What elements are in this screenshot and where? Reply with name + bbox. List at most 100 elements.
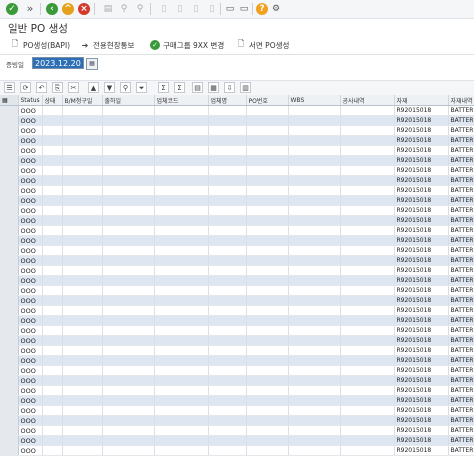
cut-icon[interactable]: ✂ bbox=[68, 82, 79, 93]
evidence-date-input[interactable]: 2023.12.20 bbox=[32, 57, 84, 69]
table-cell[interactable] bbox=[208, 155, 247, 166]
table-cell[interactable] bbox=[42, 235, 63, 246]
row-selector[interactable] bbox=[0, 205, 19, 216]
table-cell[interactable] bbox=[246, 135, 289, 146]
select-all-header[interactable]: ▦ bbox=[0, 95, 19, 106]
table-cell[interactable] bbox=[102, 365, 155, 376]
status-cell[interactable]: OOO bbox=[18, 235, 43, 246]
table-cell[interactable]: BATTER bbox=[448, 305, 474, 316]
status-cell[interactable]: OOO bbox=[18, 205, 43, 216]
table-cell[interactable]: R92015018 bbox=[394, 205, 449, 216]
table-cell[interactable] bbox=[102, 435, 155, 446]
table-cell[interactable] bbox=[102, 295, 155, 306]
table-cell[interactable] bbox=[208, 385, 247, 396]
table-cell[interactable] bbox=[102, 315, 155, 326]
column-header[interactable]: 자재 bbox=[394, 95, 449, 106]
table-cell[interactable] bbox=[62, 125, 103, 136]
table-cell[interactable]: R92015018 bbox=[394, 325, 449, 336]
table-cell[interactable]: R92015018 bbox=[394, 255, 449, 266]
table-row[interactable]: OOO R92015018 BATTER bbox=[0, 115, 474, 126]
status-cell[interactable]: OOO bbox=[18, 435, 43, 446]
status-cell[interactable]: OOO bbox=[18, 165, 43, 176]
table-cell[interactable]: BATTER bbox=[448, 365, 474, 376]
table-cell[interactable] bbox=[246, 235, 289, 246]
table-cell[interactable] bbox=[42, 115, 63, 126]
table-cell[interactable] bbox=[154, 245, 209, 256]
status-cell[interactable]: OOO bbox=[18, 285, 43, 296]
table-row[interactable]: OOO R92015018 BATTER bbox=[0, 315, 474, 326]
table-cell[interactable] bbox=[246, 215, 289, 226]
table-cell[interactable] bbox=[246, 315, 289, 326]
table-cell[interactable] bbox=[42, 205, 63, 216]
row-selector[interactable] bbox=[0, 215, 19, 226]
table-cell[interactable] bbox=[208, 315, 247, 326]
row-selector[interactable] bbox=[0, 405, 19, 416]
table-cell[interactable]: R92015018 bbox=[394, 385, 449, 396]
table-cell[interactable] bbox=[62, 115, 103, 126]
table-cell[interactable] bbox=[154, 435, 209, 446]
table-cell[interactable] bbox=[42, 285, 63, 296]
row-selector[interactable] bbox=[0, 175, 19, 186]
table-cell[interactable] bbox=[288, 255, 341, 266]
status-cell[interactable]: OOO bbox=[18, 395, 43, 406]
table-cell[interactable] bbox=[208, 125, 247, 136]
table-cell[interactable]: BATTER bbox=[448, 335, 474, 346]
table-cell[interactable] bbox=[154, 265, 209, 276]
find-icon[interactable]: ⚲ bbox=[120, 82, 131, 93]
row-selector[interactable] bbox=[0, 225, 19, 236]
table-cell[interactable] bbox=[102, 105, 155, 116]
table-cell[interactable] bbox=[246, 265, 289, 276]
table-cell[interactable]: BATTER bbox=[448, 175, 474, 186]
table-cell[interactable] bbox=[102, 185, 155, 196]
table-cell[interactable] bbox=[288, 415, 341, 426]
table-cell[interactable]: R92015018 bbox=[394, 175, 449, 186]
table-row[interactable]: OOO R92015018 BATTER bbox=[0, 335, 474, 346]
table-cell[interactable] bbox=[208, 145, 247, 156]
row-selector[interactable] bbox=[0, 325, 19, 336]
table-row[interactable]: OOO R92015018 BATTER bbox=[0, 375, 474, 386]
refresh-icon[interactable]: ⟳ bbox=[20, 82, 31, 93]
table-cell[interactable] bbox=[102, 305, 155, 316]
table-cell[interactable] bbox=[208, 275, 247, 286]
cancel-icon[interactable]: × bbox=[78, 3, 90, 15]
table-cell[interactable] bbox=[340, 135, 395, 146]
exit-icon[interactable]: ^ bbox=[62, 3, 74, 15]
table-cell[interactable] bbox=[246, 165, 289, 176]
table-cell[interactable]: R92015018 bbox=[394, 125, 449, 136]
table-cell[interactable]: BATTER bbox=[448, 395, 474, 406]
table-cell[interactable] bbox=[42, 175, 63, 186]
table-cell[interactable] bbox=[62, 325, 103, 336]
table-row[interactable]: OOO R92015018 BATTER bbox=[0, 285, 474, 296]
table-cell[interactable] bbox=[208, 265, 247, 276]
row-selector[interactable] bbox=[0, 245, 19, 256]
table-cell[interactable] bbox=[340, 245, 395, 256]
table-cell[interactable] bbox=[208, 325, 247, 336]
table-cell[interactable] bbox=[154, 235, 209, 246]
table-row[interactable]: OOO R92015018 BATTER bbox=[0, 265, 474, 276]
table-cell[interactable] bbox=[208, 405, 247, 416]
status-cell[interactable]: OOO bbox=[18, 405, 43, 416]
status-cell[interactable]: OOO bbox=[18, 245, 43, 256]
status-cell[interactable]: OOO bbox=[18, 265, 43, 276]
table-cell[interactable]: R92015018 bbox=[394, 425, 449, 436]
undo-icon[interactable]: ↶ bbox=[36, 82, 47, 93]
table-cell[interactable] bbox=[288, 225, 341, 236]
row-selector[interactable] bbox=[0, 105, 19, 116]
table-cell[interactable] bbox=[42, 275, 63, 286]
table-cell[interactable] bbox=[102, 225, 155, 236]
table-cell[interactable]: BATTER bbox=[448, 135, 474, 146]
table-cell[interactable] bbox=[208, 205, 247, 216]
table-cell[interactable]: R92015018 bbox=[394, 245, 449, 256]
table-row[interactable]: OOO R92015018 BATTER bbox=[0, 235, 474, 246]
site-notify-button[interactable]: ➔ 전용현장통보 bbox=[80, 38, 135, 52]
table-cell[interactable] bbox=[42, 315, 63, 326]
table-cell[interactable] bbox=[102, 235, 155, 246]
table-cell[interactable] bbox=[154, 405, 209, 416]
table-row[interactable]: OOO R92015018 BATTER bbox=[0, 305, 474, 316]
table-row[interactable]: OOO R92015018 BATTER bbox=[0, 195, 474, 206]
table-cell[interactable] bbox=[102, 155, 155, 166]
table-cell[interactable] bbox=[42, 355, 63, 366]
status-cell[interactable]: OOO bbox=[18, 275, 43, 286]
row-selector[interactable] bbox=[0, 255, 19, 266]
column-header[interactable]: 공사내역 bbox=[340, 95, 395, 106]
